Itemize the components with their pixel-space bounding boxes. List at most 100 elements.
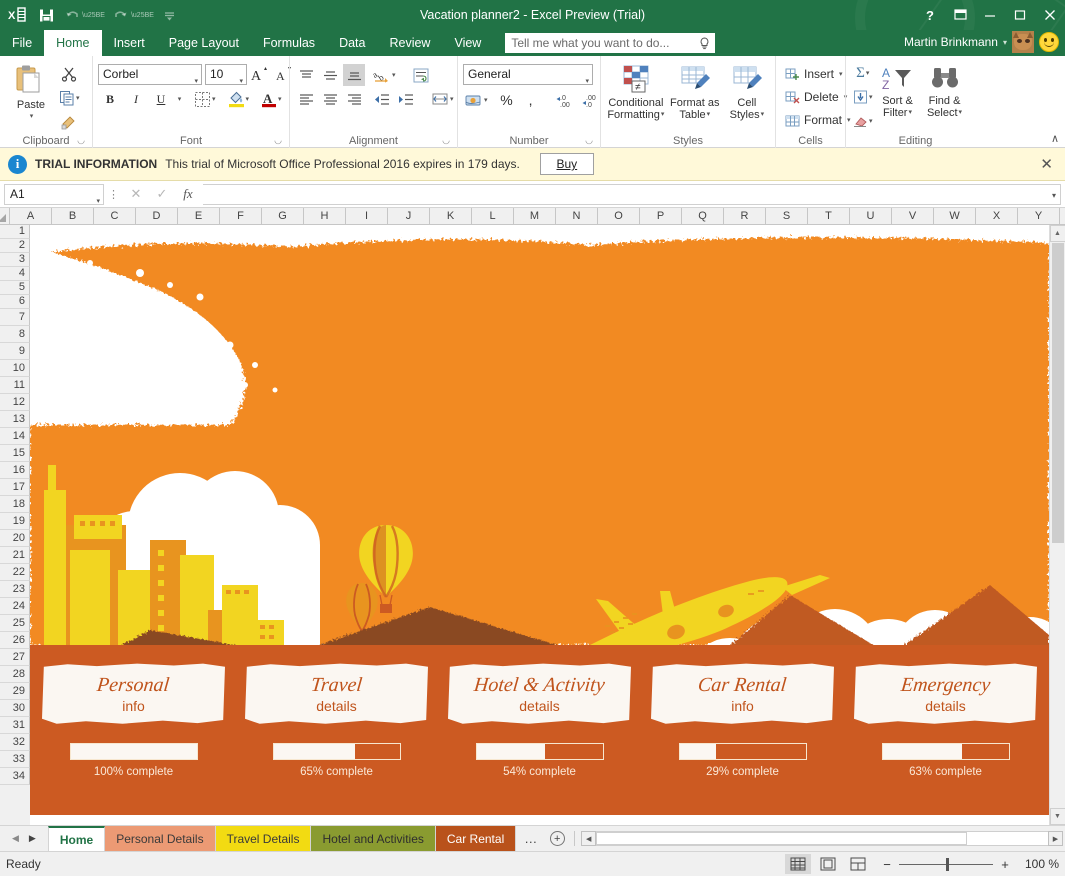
row-header-20[interactable]: 20 xyxy=(0,530,30,547)
column-header-E[interactable]: E xyxy=(178,208,221,225)
vertical-scrollbar[interactable]: ▲ ▼ xyxy=(1049,225,1065,825)
column-header-G[interactable]: G xyxy=(262,208,305,225)
fill-button[interactable]: ▾ xyxy=(851,86,875,108)
increase-indent-button[interactable] xyxy=(395,88,417,110)
bold-button[interactable]: B xyxy=(98,88,122,110)
accounting-dropdown-icon[interactable]: ▾ xyxy=(484,96,488,104)
alignment-dialog-launcher[interactable]: ◡ xyxy=(442,133,450,147)
sheet-tab-home[interactable]: Home xyxy=(47,826,106,851)
autosum-dropdown-icon[interactable]: ▾ xyxy=(866,69,870,77)
clear-button[interactable]: ▾ xyxy=(851,110,875,132)
save-icon[interactable] xyxy=(34,4,58,26)
top-align-button[interactable] xyxy=(295,64,317,86)
zoom-track[interactable] xyxy=(899,857,993,871)
row-header-25[interactable]: 25 xyxy=(0,615,30,632)
row-header-26[interactable]: 26 xyxy=(0,632,30,649)
center-align-button[interactable] xyxy=(319,88,341,110)
add-sheet-button[interactable]: + xyxy=(546,826,568,851)
delete-cells-button[interactable]: Delete ▾ xyxy=(781,86,851,108)
comma-style-button[interactable]: , xyxy=(520,89,542,111)
ribbon-tab-file[interactable]: File xyxy=(0,30,44,56)
row-header-34[interactable]: 34 xyxy=(0,768,30,785)
format-cells-button[interactable]: Format ▾ xyxy=(781,109,855,131)
sheet-overflow-button[interactable]: … xyxy=(516,826,546,851)
row-header-18[interactable]: 18 xyxy=(0,496,30,513)
row-header-31[interactable]: 31 xyxy=(0,717,30,734)
copy-button[interactable]: ▾ xyxy=(57,87,82,109)
column-header-F[interactable]: F xyxy=(220,208,263,225)
clear-dropdown-icon[interactable]: ▾ xyxy=(869,117,873,125)
next-sheet-button[interactable]: ▶ xyxy=(29,833,36,844)
row-header-7[interactable]: 7 xyxy=(0,309,30,326)
avatar[interactable] xyxy=(1012,31,1034,53)
zoom-out-button[interactable]: − xyxy=(881,857,893,872)
font-name-dropdown-icon[interactable]: ▾ xyxy=(194,72,198,91)
borders-button[interactable]: ▾ xyxy=(192,88,218,110)
format-painter-button[interactable] xyxy=(57,111,82,133)
maximize-button[interactable] xyxy=(1005,0,1035,30)
row-header-10[interactable]: 10 xyxy=(0,360,30,377)
number-dialog-launcher[interactable]: ◡ xyxy=(585,133,593,147)
scroll-right-button[interactable]: ▶ xyxy=(1048,831,1063,846)
row-header-13[interactable]: 13 xyxy=(0,411,30,428)
row-header-6[interactable]: 6 xyxy=(0,295,30,309)
increase-font-size-button[interactable]: A xyxy=(248,63,272,85)
font-size-dropdown-icon[interactable]: ▾ xyxy=(239,72,243,91)
column-header-X[interactable]: X xyxy=(976,208,1019,225)
orientation-dropdown-icon[interactable]: ▾ xyxy=(392,71,396,79)
ribbon-tab-review[interactable]: Review xyxy=(377,30,442,56)
autosum-button[interactable]: Σ ▾ xyxy=(851,62,875,84)
zoom-in-button[interactable]: + xyxy=(999,857,1011,872)
conditional-formatting-button[interactable]: ≠ Conditional Formatting ▾ xyxy=(606,62,666,121)
undo-icon[interactable] xyxy=(60,4,84,26)
ribbon-tab-view[interactable]: View xyxy=(442,30,493,56)
column-header-U[interactable]: U xyxy=(850,208,893,225)
column-header-C[interactable]: C xyxy=(94,208,137,225)
column-header-R[interactable]: R xyxy=(724,208,767,225)
row-header-14[interactable]: 14 xyxy=(0,428,30,445)
ribbon-tab-home[interactable]: Home xyxy=(44,30,102,56)
clipboard-dialog-launcher[interactable]: ◡ xyxy=(77,133,85,147)
insert-function-button[interactable]: fx xyxy=(175,184,201,205)
row-header-22[interactable]: 22 xyxy=(0,564,30,581)
row-header-17[interactable]: 17 xyxy=(0,479,30,496)
select-all-button[interactable] xyxy=(0,208,11,225)
tell-me-input[interactable]: Tell me what you want to do... xyxy=(505,33,716,53)
paste-dropdown-icon[interactable]: ▾ xyxy=(30,111,34,123)
align-left-button[interactable] xyxy=(295,88,317,110)
column-header-A[interactable]: A xyxy=(10,208,53,225)
find-and-select-button[interactable]: Find & Select ▾ xyxy=(921,62,969,119)
row-header-33[interactable]: 33 xyxy=(0,751,30,768)
ribbon-display-options-icon[interactable] xyxy=(945,0,975,30)
buy-button[interactable]: Buy xyxy=(539,153,594,175)
category-card[interactable]: Personal info 100% complete xyxy=(42,663,225,778)
merge-and-center-button[interactable]: ▾ xyxy=(429,88,456,110)
fill-dropdown-icon[interactable]: ▾ xyxy=(869,93,873,101)
underline-dropdown-icon[interactable]: ▾ xyxy=(174,88,184,110)
column-header-K[interactable]: K xyxy=(430,208,473,225)
accounting-format-button[interactable]: ▾ xyxy=(463,89,490,111)
insert-cells-button[interactable]: Insert ▾ xyxy=(781,63,847,85)
category-card[interactable]: Emergency details 63% complete xyxy=(854,663,1037,778)
row-header-27[interactable]: 27 xyxy=(0,649,30,666)
italic-button[interactable]: I xyxy=(124,88,148,110)
row-header-1[interactable]: 1 xyxy=(0,225,30,239)
row-header-21[interactable]: 21 xyxy=(0,547,30,564)
ribbon-tab-page-layout[interactable]: Page Layout xyxy=(157,30,251,56)
horizontal-scroll-thumb[interactable] xyxy=(596,832,967,845)
column-header-T[interactable]: T xyxy=(808,208,851,225)
number-format-dropdown-icon[interactable]: ▾ xyxy=(585,72,589,91)
font-color-button[interactable]: A ▾ xyxy=(259,88,284,110)
horizontal-scrollbar[interactable]: ◀ ▶ xyxy=(581,826,1065,851)
ribbon-tab-data[interactable]: Data xyxy=(327,30,377,56)
align-right-button[interactable] xyxy=(343,88,365,110)
row-header-15[interactable]: 15 xyxy=(0,445,30,462)
row-header-3[interactable]: 3 xyxy=(0,253,30,267)
name-box[interactable]: A1 ▾ xyxy=(4,183,104,205)
scroll-up-button[interactable]: ▲ xyxy=(1049,225,1065,242)
row-header-32[interactable]: 32 xyxy=(0,734,30,751)
redo-dropdown-icon[interactable]: \u25BE xyxy=(131,12,154,19)
close-trial-bar-button[interactable]: ✕ xyxy=(1040,155,1057,173)
ribbon-tab-formulas[interactable]: Formulas xyxy=(251,30,327,56)
column-header-N[interactable]: N xyxy=(556,208,599,225)
